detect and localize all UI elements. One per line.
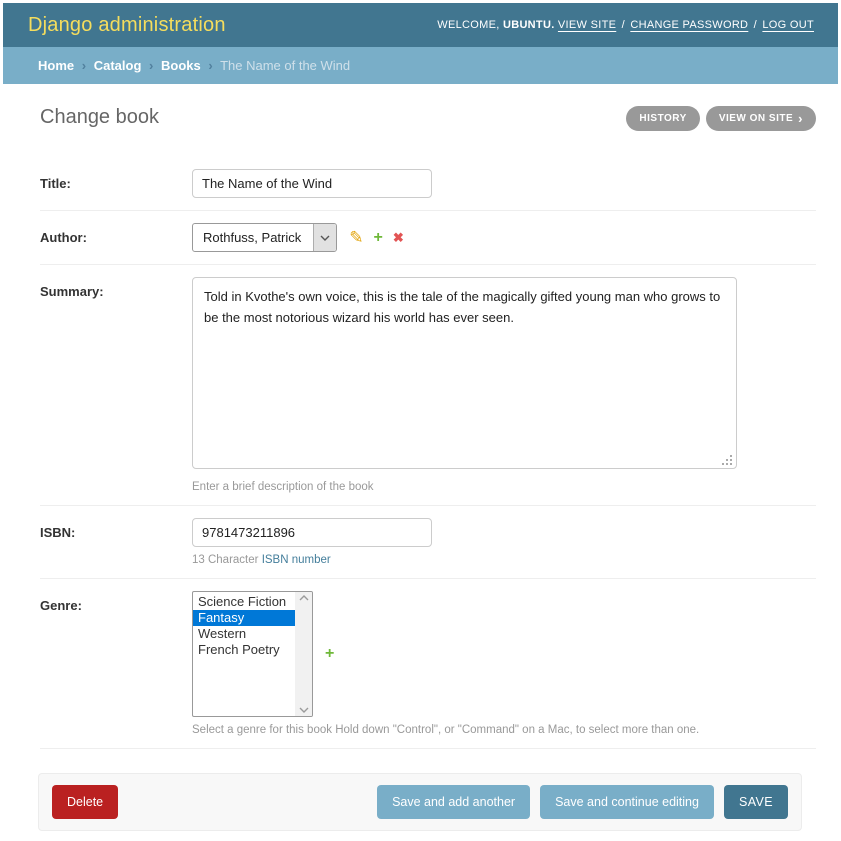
- genre-option-french-poetry[interactable]: French Poetry: [193, 642, 295, 658]
- breadcrumb-home[interactable]: Home: [38, 58, 74, 73]
- isbn-help-prefix: 13 Character: [192, 554, 262, 566]
- summary-help-text: Enter a brief description of the book: [192, 481, 737, 493]
- scroll-up-icon: [299, 595, 309, 601]
- delete-author-icon[interactable]: ✖: [393, 230, 404, 246]
- admin-header: Django administration WELCOME, UBUNTU. V…: [3, 3, 838, 47]
- welcome-text: WELCOME,: [437, 19, 499, 31]
- summary-label: Summary:: [40, 277, 192, 493]
- breadcrumb-separator: ›: [208, 58, 212, 73]
- isbn-input[interactable]: [192, 518, 432, 547]
- save-button[interactable]: SAVE: [724, 785, 788, 819]
- history-button-label: HISTORY: [639, 113, 686, 124]
- username: UBUNTU.: [503, 19, 555, 31]
- breadcrumb-books[interactable]: Books: [161, 58, 201, 73]
- link-separator: /: [754, 19, 757, 31]
- form-row-author: Author: Rothfuss, Patrick ✎ + ✖: [40, 211, 816, 265]
- edit-author-icon[interactable]: ✎: [349, 228, 363, 248]
- isbn-number-link[interactable]: ISBN number: [262, 554, 331, 566]
- title-input[interactable]: [192, 169, 432, 198]
- site-title[interactable]: Django administration: [28, 14, 226, 37]
- breadcrumb-current: The Name of the Wind: [220, 58, 350, 73]
- save-and-add-another-button[interactable]: Save and add another: [377, 785, 530, 819]
- isbn-label: ISBN:: [40, 518, 192, 566]
- view-site-link[interactable]: VIEW SITE: [558, 19, 616, 31]
- chevron-down-icon: [313, 224, 336, 251]
- breadcrumb: Home › Catalog › Books › The Name of the…: [3, 47, 838, 84]
- object-tools: HISTORY VIEW ON SITE ›: [626, 106, 816, 131]
- chevron-right-icon: ›: [798, 114, 803, 124]
- view-on-site-button[interactable]: VIEW ON SITE ›: [706, 106, 816, 131]
- page-title: Change book: [40, 106, 159, 129]
- breadcrumb-separator: ›: [82, 58, 86, 73]
- log-out-link[interactable]: LOG OUT: [762, 19, 814, 31]
- view-on-site-label: VIEW ON SITE: [719, 113, 793, 124]
- author-select-value: Rothfuss, Patrick: [193, 224, 313, 251]
- genre-option-fantasy[interactable]: Fantasy: [193, 610, 295, 626]
- form-row-isbn: ISBN: 13 Character ISBN number: [40, 506, 816, 579]
- scroll-down-icon: [299, 707, 309, 713]
- genre-multiselect[interactable]: Science Fiction Fantasy Western French P…: [192, 591, 313, 717]
- breadcrumb-catalog[interactable]: Catalog: [94, 58, 142, 73]
- author-label: Author:: [40, 223, 192, 252]
- form-row-summary: Summary: Told in Kvothe's own voice, thi…: [40, 265, 816, 506]
- delete-button[interactable]: Delete: [52, 785, 118, 819]
- isbn-help-text: 13 Character ISBN number: [192, 554, 432, 566]
- change-password-link[interactable]: CHANGE PASSWORD: [630, 19, 748, 31]
- author-select[interactable]: Rothfuss, Patrick: [192, 223, 337, 252]
- save-and-continue-editing-button[interactable]: Save and continue editing: [540, 785, 714, 819]
- title-label: Title:: [40, 169, 192, 198]
- add-genre-icon[interactable]: +: [325, 645, 334, 663]
- genre-label: Genre:: [40, 591, 192, 736]
- add-author-icon[interactable]: +: [374, 229, 383, 247]
- breadcrumb-separator: ›: [149, 58, 153, 73]
- genre-option-western[interactable]: Western: [193, 626, 295, 642]
- summary-textarea[interactable]: Told in Kvothe's own voice, this is the …: [192, 277, 737, 469]
- resize-handle[interactable]: [723, 456, 732, 465]
- scrollbar[interactable]: [295, 592, 312, 716]
- user-tools: WELCOME, UBUNTU. VIEW SITE / CHANGE PASS…: [437, 19, 814, 31]
- form-row-title: Title:: [40, 157, 816, 211]
- history-button[interactable]: HISTORY: [626, 106, 699, 131]
- link-separator: /: [622, 19, 625, 31]
- content: Change book HISTORY VIEW ON SITE › Title…: [3, 84, 838, 831]
- genre-help-text: Select a genre for this book Hold down "…: [192, 724, 699, 736]
- form-row-genre: Genre: Science Fiction Fantasy Western F…: [40, 579, 816, 749]
- genre-option-science-fiction[interactable]: Science Fiction: [193, 594, 295, 610]
- submit-row: Delete Save and add another Save and con…: [38, 773, 802, 831]
